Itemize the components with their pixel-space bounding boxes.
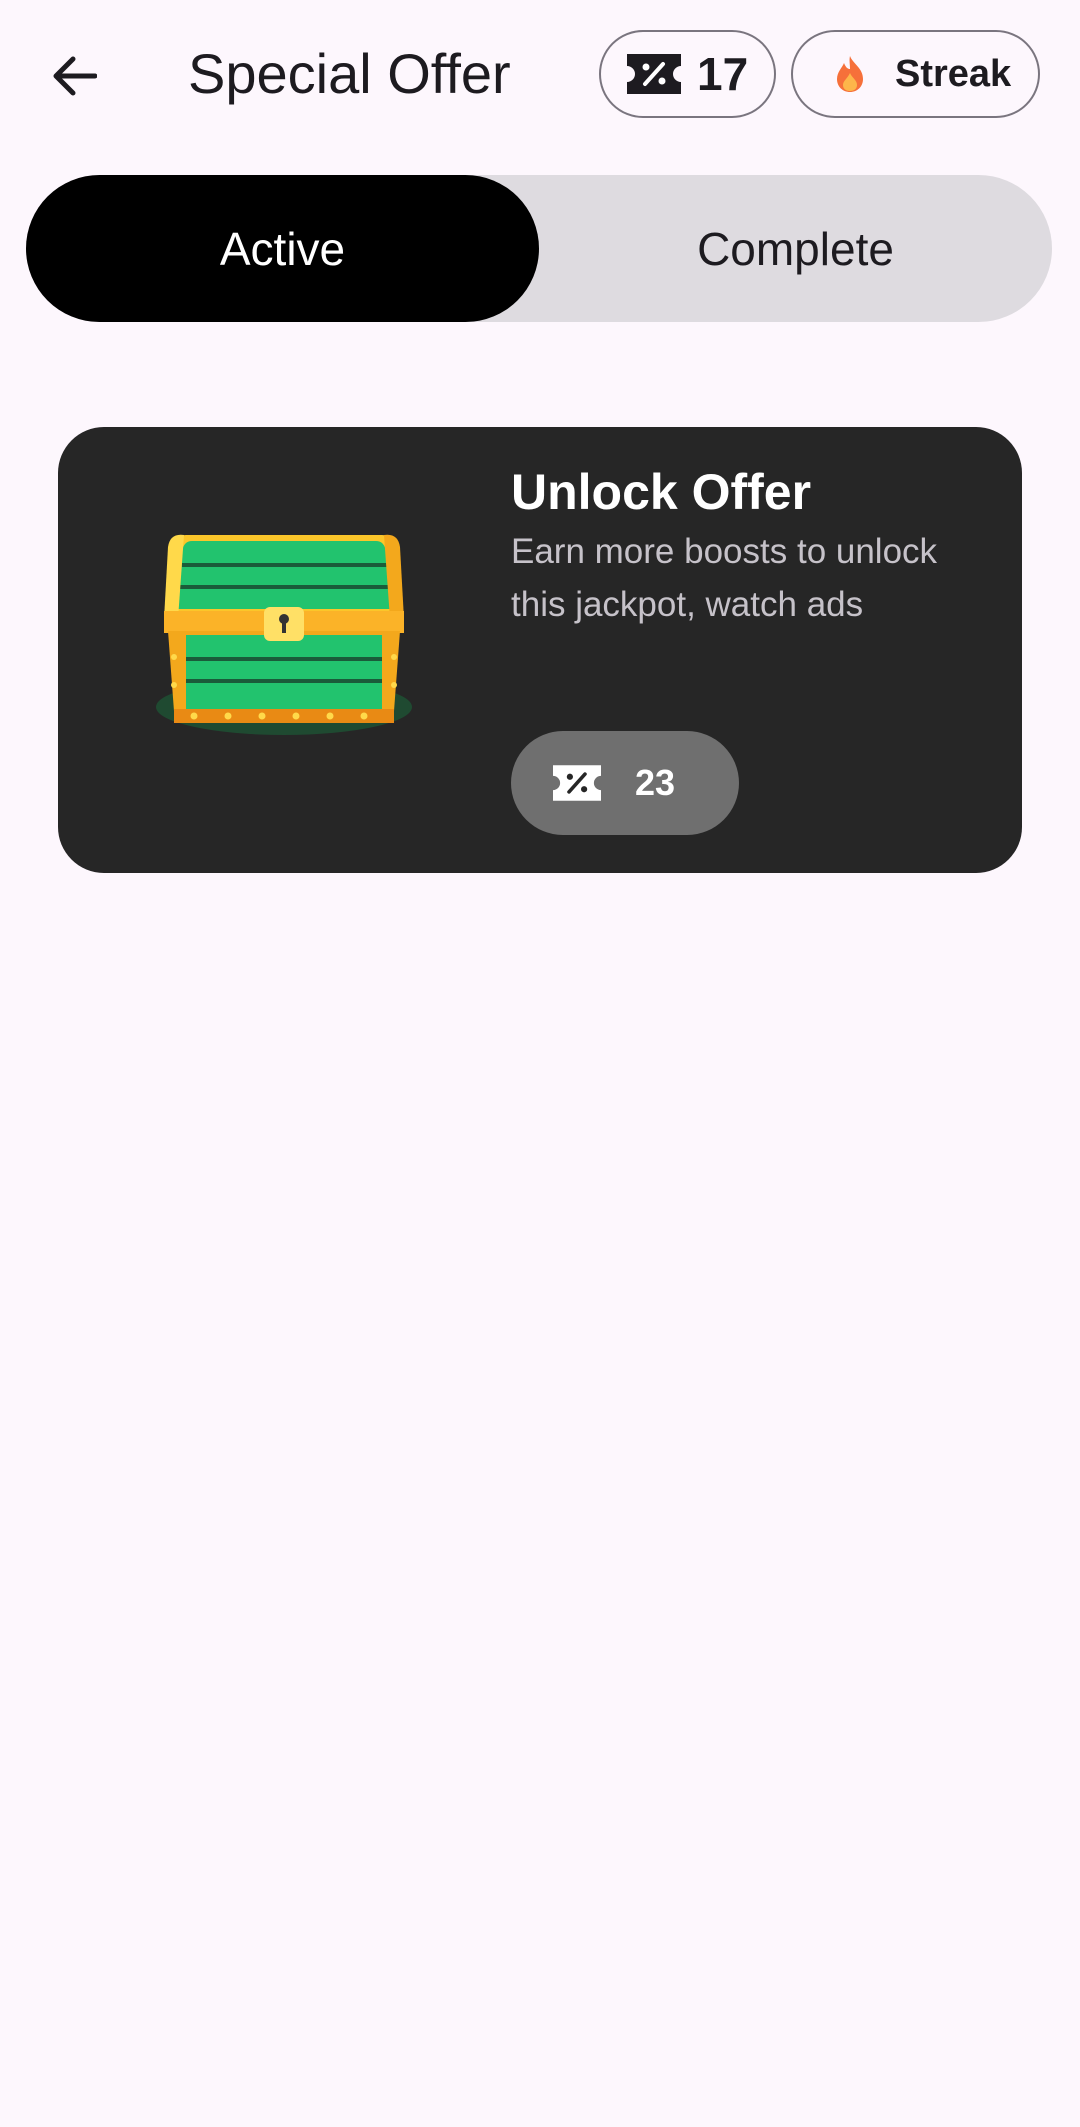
unlock-offer-card[interactable]: Unlock Offer Earn more boosts to unlock … xyxy=(58,427,1022,873)
top-app-bar: Special Offer 17 Streak xyxy=(0,0,1080,150)
tab-active[interactable]: Active xyxy=(26,175,539,322)
streak-label: Streak xyxy=(895,52,1012,95)
page-title: Special Offer xyxy=(188,42,511,105)
arrow-left-icon xyxy=(53,56,97,96)
coupon-balance-chip[interactable]: 17 xyxy=(599,30,776,118)
offer-cost: 23 xyxy=(635,762,676,803)
back-button[interactable] xyxy=(34,36,114,116)
streak-chip[interactable]: Streak xyxy=(791,30,1040,118)
offer-description: Earn more boosts to unlock this jackpot,… xyxy=(511,532,938,624)
tab-complete[interactable]: Complete xyxy=(539,175,1052,322)
percent-ticket-icon xyxy=(627,54,681,94)
offer-cost-button[interactable]: 23 xyxy=(511,731,739,835)
coupon-count: 17 xyxy=(697,48,749,100)
offer-status-tabs: Active Complete xyxy=(26,175,1052,322)
treasure-chest-icon xyxy=(156,534,412,735)
flame-icon xyxy=(837,56,863,92)
offer-title: Unlock Offer xyxy=(511,464,812,520)
percent-ticket-icon xyxy=(553,765,601,801)
